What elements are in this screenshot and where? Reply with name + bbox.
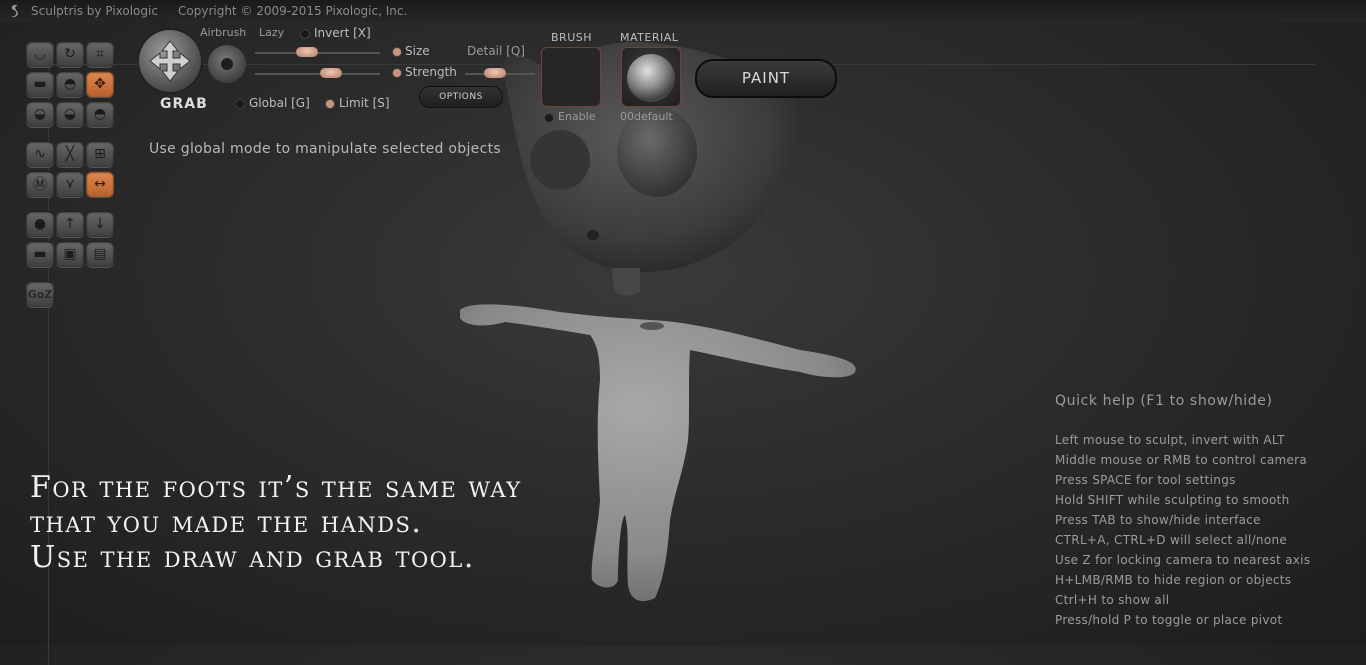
import-obj-tool-button[interactable]: ↑ [56, 211, 84, 237]
quick-help-line: CTRL+A, CTRL+D will select all/none [1055, 533, 1288, 547]
quick-help-line: Hold SHIFT while sculpting to smooth [1055, 493, 1290, 507]
quick-help-panel: Quick help (F1 to show/hide) Left mouse … [1055, 393, 1360, 630]
strength-slider-knob[interactable] [320, 68, 342, 78]
brush-swatch[interactable] [541, 47, 601, 107]
export-obj-tool-button[interactable]: ↓ [86, 211, 114, 237]
limit-label: Limit [S] [339, 96, 390, 110]
global-radio[interactable] [236, 100, 244, 108]
material-sphere-icon [627, 54, 675, 102]
global-label: Global [G] [249, 96, 310, 110]
quick-help-line: Press SPACE for tool settings [1055, 473, 1236, 487]
grab-icon: ✥ [94, 76, 106, 92]
export-obj-icon: ↓ [94, 216, 106, 232]
airbrush-label: Airbrush [200, 26, 247, 39]
caption-line-3: Use the draw and grab tool. [30, 540, 475, 575]
symmetry-tool-button[interactable]: ∿ [26, 141, 54, 167]
quick-help-line: Use Z for locking camera to nearest axis [1055, 553, 1311, 567]
wireframe-icon: ⋎ [64, 176, 76, 192]
strength-slider-track[interactable] [255, 73, 380, 75]
mask-icon: ╳ [65, 146, 75, 162]
strength-radio[interactable] [393, 69, 401, 77]
quick-help-line: Ctrl+H to show all [1055, 593, 1170, 607]
material-label: MATERIAL [620, 31, 679, 44]
grid-tool-button[interactable]: ⊞ [86, 141, 114, 167]
symmetry-icon: ∿ [34, 146, 46, 162]
strength-label: Strength [405, 65, 457, 79]
material-icon: Ⓜ [33, 177, 47, 193]
draw-icon: ◒ [33, 106, 47, 122]
quick-help-line: H+LMB/RMB to hide region or objects [1055, 573, 1292, 587]
scale-icon: ⌗ [96, 46, 104, 62]
lazy-label: Lazy [259, 26, 285, 39]
current-tool-label: GRAB [160, 96, 208, 112]
size-label: Size [405, 44, 430, 58]
goz-button[interactable]: GoZ [26, 281, 54, 307]
smooth-tool-button[interactable]: ◓ [86, 101, 114, 127]
invert-label: Invert [X] [314, 26, 371, 40]
sphere-icon: ● [33, 216, 47, 232]
smooth-icon: ◓ [93, 106, 107, 122]
import-obj-icon: ↑ [64, 216, 76, 232]
move-icon: ↔ [94, 176, 106, 192]
move-tool-button[interactable]: ↔ [86, 171, 114, 197]
open-tool-button[interactable]: ▣ [56, 241, 84, 267]
quick-help-lines: Left mouse to sculpt, invert with ALT Mid… [1055, 430, 1360, 630]
caption-line-2: that you made the hands. [30, 505, 423, 540]
mask-tool-button[interactable]: ╳ [56, 141, 84, 167]
flatten-icon: ▬ [33, 76, 47, 92]
invert-radio[interactable] [301, 30, 309, 38]
grid-icon: ⊞ [94, 146, 106, 162]
crease-tool-button[interactable]: ◡ [26, 41, 54, 67]
quick-help-line: Left mouse to sculpt, invert with ALT [1055, 433, 1285, 447]
brush-enable-radio[interactable] [545, 114, 553, 122]
detail-slider-knob[interactable] [484, 68, 506, 78]
open-icon: ▣ [63, 246, 77, 262]
plane-icon: ▬ [33, 246, 47, 262]
inflate-tool-button[interactable]: ◓ [56, 71, 84, 97]
grab-tool-button[interactable]: ✥ [86, 71, 114, 97]
save-tool-button[interactable]: ▤ [86, 241, 114, 267]
brush-enable-label: Enable [558, 110, 596, 123]
caption-line-1: For the foots it’s the same way [30, 470, 522, 505]
goz-label: GoZ [27, 287, 53, 301]
plane-tool-button[interactable]: ▬ [26, 241, 54, 267]
tutorial-caption: For the foots it’s the same way that you… [30, 470, 522, 575]
quick-help-line: Press TAB to show/hide interface [1055, 513, 1261, 527]
limit-radio[interactable] [326, 100, 334, 108]
material-swatch[interactable] [621, 47, 681, 107]
crease-icon: ◡ [33, 46, 47, 62]
inflate-icon: ◓ [63, 76, 77, 92]
options-button[interactable]: OPTIONS [419, 86, 503, 108]
quick-help-line: Press/hold P to toggle or place pivot [1055, 613, 1283, 627]
rotate-icon: ↻ [64, 46, 76, 62]
quick-help-title: Quick help (F1 to show/hide) [1055, 393, 1273, 409]
quick-help-line: Middle mouse or RMB to control camera [1055, 453, 1308, 467]
material-name: 00default [620, 110, 673, 123]
paint-button[interactable]: PAINT [695, 59, 837, 98]
move-arrows-icon [149, 40, 191, 82]
size-radio[interactable] [393, 48, 401, 56]
sphere-tool-button[interactable]: ● [26, 211, 54, 237]
rotate-tool-button[interactable]: ↻ [56, 41, 84, 67]
flatten-tool-button[interactable]: ▬ [26, 71, 54, 97]
airbrush-toggle[interactable] [208, 45, 246, 83]
pinch-tool-button[interactable]: ◒ [56, 101, 84, 127]
tool-hint-text: Use global mode to manipulate selected o… [149, 141, 501, 157]
wireframe-tool-button[interactable]: ⋎ [56, 171, 84, 197]
grab-tool-icon[interactable] [139, 30, 201, 92]
draw-tool-button[interactable]: ◒ [26, 101, 54, 127]
scale-tool-button[interactable]: ⌗ [86, 41, 114, 67]
size-slider-knob[interactable] [296, 47, 318, 57]
save-icon: ▤ [93, 246, 107, 262]
detail-label: Detail [Q] [467, 44, 525, 58]
material-tool-button[interactable]: Ⓜ [26, 171, 54, 197]
brush-label: BRUSH [551, 31, 592, 44]
pinch-icon: ◒ [63, 106, 77, 122]
